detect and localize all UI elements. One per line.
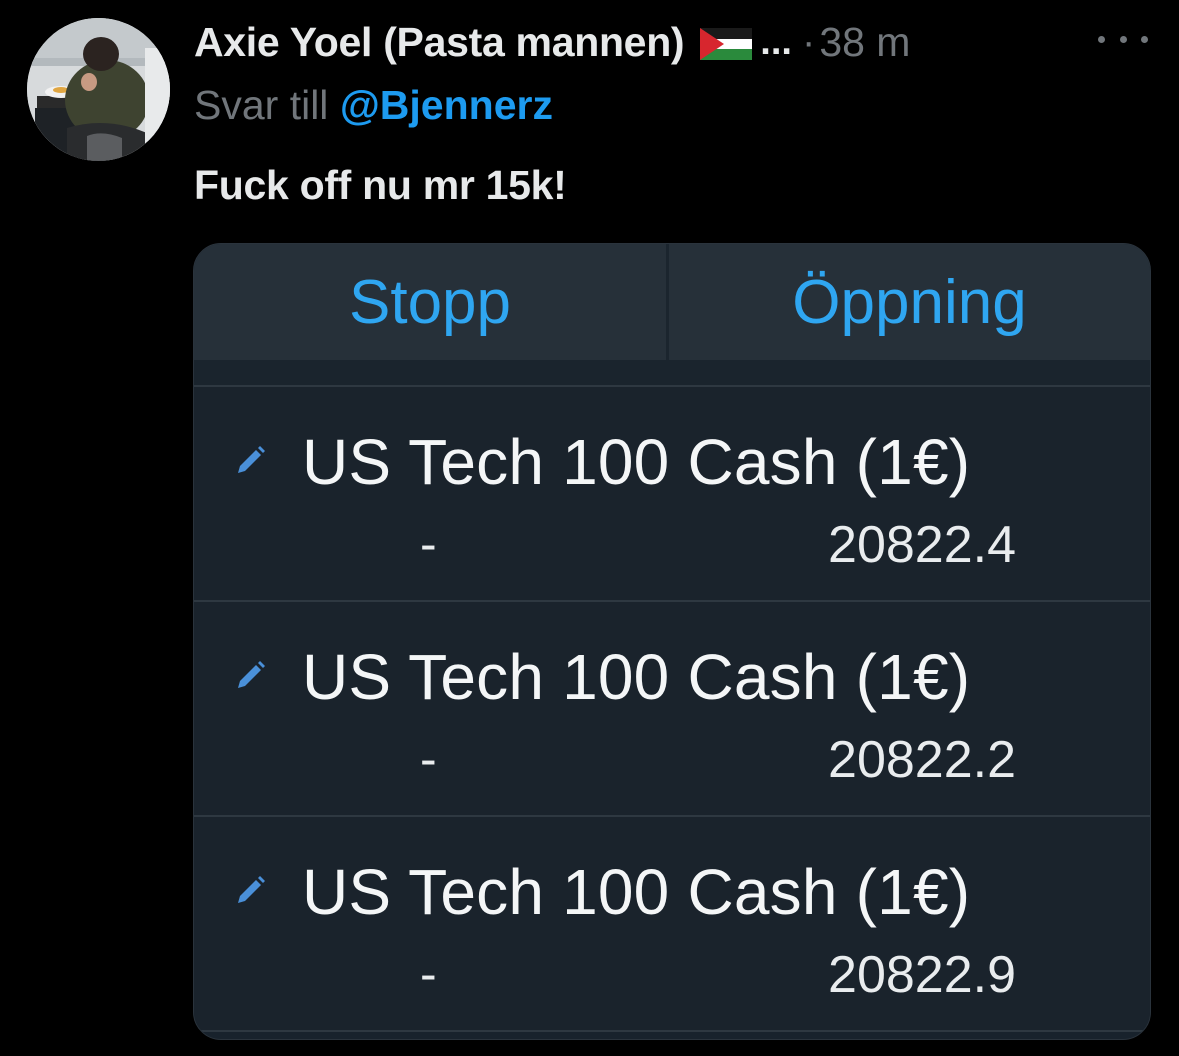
open-price: 20822.2 (828, 731, 1016, 789)
more-dot (1141, 35, 1148, 43)
order-row[interactable]: US Tech 100 Cash (1€) - 20822.9 (194, 817, 1150, 1032)
attached-screenshot[interactable]: Stopp Öppning US Tech 100 Cash (1€) - 20… (193, 243, 1151, 1040)
column-tabs: Stopp Öppning (194, 244, 1150, 360)
more-horizontal-icon[interactable] (1098, 24, 1148, 54)
tweet-text: Fuck off nu mr 15k! (194, 162, 567, 208)
tab-oppning[interactable]: Öppning (669, 244, 1150, 360)
header-separator: · (801, 19, 816, 64)
pencil-icon[interactable] (232, 443, 268, 479)
author-name[interactable]: Axie Yoel (Pasta mannen) (194, 19, 685, 66)
order-row[interactable]: US Tech 100 Cash (1€) - 20822.2 (194, 602, 1150, 817)
tweet-timestamp[interactable]: 38 m (819, 19, 910, 66)
reply-context: Svar till @Bjennerz (194, 82, 553, 129)
more-dot (1119, 35, 1127, 43)
stop-value: - (420, 731, 437, 787)
tweet-header: Axie Yoel (Pasta mannen) ... · 38 m (194, 14, 910, 70)
instrument-name: US Tech 100 Cash (1€) (302, 856, 971, 928)
orders-list: US Tech 100 Cash (1€) - 20822.4 US Tech … (194, 387, 1150, 1032)
tab-stopp[interactable]: Stopp (194, 244, 669, 360)
tabs-divider (194, 360, 1150, 387)
open-price: 20822.4 (828, 516, 1016, 574)
instrument-name: US Tech 100 Cash (1€) (302, 426, 971, 498)
more-dot (1098, 35, 1105, 43)
reply-prefix: Svar till (194, 82, 329, 128)
avatar-photo (27, 18, 170, 161)
palestine-flag-icon (700, 28, 753, 60)
stop-value: - (420, 516, 437, 572)
open-price: 20822.9 (828, 946, 1016, 1004)
instrument-name: US Tech 100 Cash (1€) (302, 641, 971, 713)
author-avatar[interactable] (27, 18, 170, 161)
name-truncation: ... (760, 20, 792, 63)
order-row[interactable]: US Tech 100 Cash (1€) - 20822.4 (194, 387, 1150, 602)
pencil-icon[interactable] (232, 658, 268, 694)
reply-handle-link[interactable]: @Bjennerz (340, 82, 553, 128)
stop-value: - (420, 946, 437, 1002)
pencil-icon[interactable] (232, 873, 268, 909)
